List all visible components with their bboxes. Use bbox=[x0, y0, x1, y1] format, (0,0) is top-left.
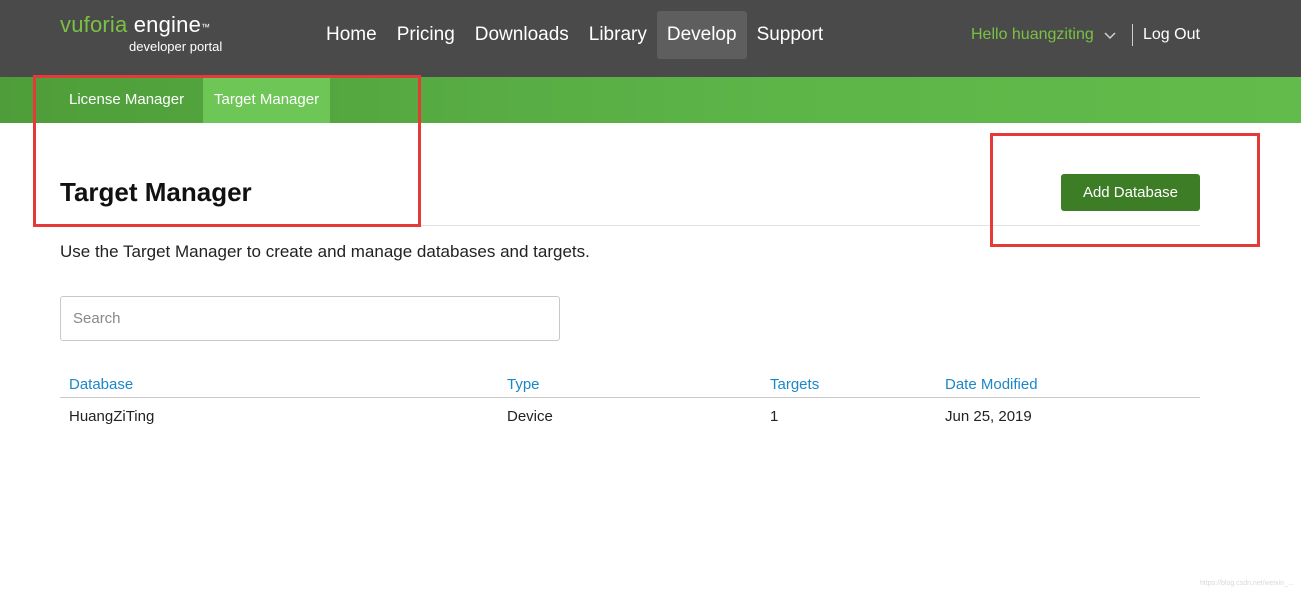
nav-develop[interactable]: Develop bbox=[656, 11, 747, 59]
logout-link[interactable]: Log Out bbox=[1143, 24, 1200, 46]
logo-trademark: ™ bbox=[201, 22, 211, 32]
logo-wordmark: vuforia engine™ bbox=[60, 12, 210, 38]
table-row[interactable]: HuangZiTing Device 1 Jun 25, 2019 bbox=[60, 398, 1200, 434]
page-description: Use the Target Manager to create and man… bbox=[60, 242, 590, 261]
highlight-box-target-manager bbox=[33, 75, 421, 227]
nav-home[interactable]: Home bbox=[316, 11, 387, 59]
user-menu[interactable]: Hello huangziting bbox=[971, 24, 1116, 46]
logo-brand-prefix: vuforia bbox=[60, 12, 128, 37]
cell-database-name[interactable]: HuangZiTing bbox=[69, 408, 154, 425]
column-header-targets[interactable]: Targets bbox=[770, 376, 819, 393]
database-table: Database Type Targets Date Modified Huan… bbox=[60, 373, 1200, 434]
nav-downloads[interactable]: Downloads bbox=[465, 11, 579, 59]
cell-type: Device bbox=[507, 408, 553, 425]
highlight-box-add-database bbox=[990, 133, 1260, 247]
watermark: https://blog.csdn.net/weixin_... bbox=[1200, 580, 1294, 587]
nav-library[interactable]: Library bbox=[579, 11, 657, 59]
header-divider bbox=[1132, 24, 1133, 46]
user-greeting: Hello huangziting bbox=[971, 26, 1094, 43]
cell-date-modified: Jun 25, 2019 bbox=[945, 408, 1032, 425]
nav-pricing[interactable]: Pricing bbox=[387, 11, 465, 59]
main-nav: Home Pricing Downloads Library Develop S… bbox=[316, 11, 833, 59]
chevron-down-icon bbox=[1104, 32, 1116, 39]
logo-subtitle: developer portal bbox=[129, 39, 223, 54]
column-header-type[interactable]: Type bbox=[507, 376, 540, 393]
nav-support[interactable]: Support bbox=[747, 11, 834, 59]
top-header: vuforia engine™ developer portal Home Pr… bbox=[0, 0, 1301, 77]
column-header-date-modified[interactable]: Date Modified bbox=[945, 376, 1038, 393]
logo-brand-suffix: engine bbox=[127, 12, 202, 37]
vuforia-logo[interactable]: vuforia engine™ developer portal bbox=[60, 12, 222, 54]
search-input[interactable] bbox=[60, 296, 560, 341]
cell-targets: 1 bbox=[770, 408, 779, 425]
column-header-database[interactable]: Database bbox=[69, 376, 133, 393]
table-header: Database Type Targets Date Modified bbox=[60, 373, 1200, 398]
